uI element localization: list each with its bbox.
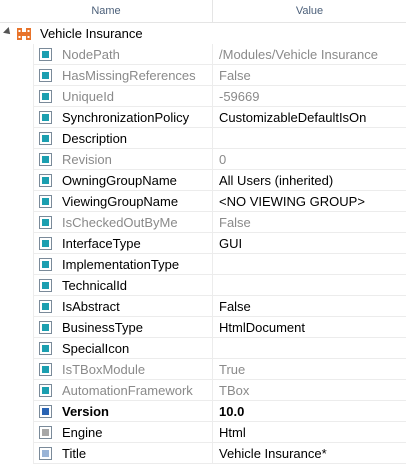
property-name: ImplementationType	[62, 254, 213, 275]
root-node-label: Vehicle Insurance	[40, 26, 143, 41]
property-icon	[39, 90, 52, 103]
property-row[interactable]: SynchronizationPolicy CustomizableDefaul…	[33, 107, 406, 128]
property-row[interactable]: OwningGroupName All Users (inherited)	[33, 170, 406, 191]
property-name: OwningGroupName	[62, 170, 213, 191]
property-value: True	[219, 362, 246, 377]
property-row[interactable]: HasMissingReferences False	[33, 65, 406, 86]
property-icon	[39, 321, 52, 334]
property-icon	[39, 174, 52, 187]
property-row[interactable]: IsTBoxModule True	[33, 359, 406, 380]
property-name: AutomationFramework	[62, 380, 213, 401]
property-name: InterfaceType	[62, 233, 213, 254]
property-icon	[39, 279, 52, 292]
collapse-arrow-icon[interactable]	[3, 27, 13, 37]
property-value[interactable]	[219, 338, 406, 359]
property-grid: Name Value Vehicle Insurance NodePath /M…	[0, 0, 406, 464]
property-name: BusinessType	[62, 317, 213, 338]
grid-header: Name Value	[0, 0, 406, 23]
property-value: TBox	[219, 383, 250, 398]
property-value: False	[219, 215, 251, 230]
property-icon	[39, 447, 52, 460]
property-name: Title	[62, 443, 213, 464]
property-value[interactable]: Vehicle Insurance*	[219, 443, 406, 464]
property-rows: NodePath /Modules/Vehicle Insurance HasM…	[33, 44, 406, 464]
property-icon	[39, 405, 52, 418]
property-icon	[39, 426, 52, 439]
property-icon	[39, 384, 52, 397]
property-name: SynchronizationPolicy	[62, 107, 213, 128]
property-icon	[39, 258, 52, 271]
property-value[interactable]: CustomizableDefaultIsOn	[219, 107, 406, 128]
property-name: TechnicalId	[62, 275, 213, 296]
property-value[interactable]: 10.0	[219, 401, 406, 422]
property-row[interactable]: IsAbstract False	[33, 296, 406, 317]
column-header-name[interactable]: Name	[0, 0, 213, 23]
property-row[interactable]: UniqueId -59669	[33, 86, 406, 107]
property-name: IsTBoxModule	[62, 359, 213, 380]
property-row[interactable]: IsCheckedOutByMe False	[33, 212, 406, 233]
property-name: Version	[62, 401, 213, 422]
column-header-value[interactable]: Value	[213, 0, 406, 23]
property-value[interactable]	[219, 275, 406, 296]
property-value: -59669	[219, 89, 260, 104]
property-row[interactable]: InterfaceType GUI	[33, 233, 406, 254]
property-name: Engine	[62, 422, 213, 443]
property-row[interactable]: Title Vehicle Insurance*	[33, 443, 406, 464]
property-row[interactable]: Description	[33, 128, 406, 149]
property-name: UniqueId	[62, 86, 213, 107]
property-value[interactable]	[219, 128, 406, 149]
property-row[interactable]: ViewingGroupName <NO VIEWING GROUP>	[33, 191, 406, 212]
property-value: False	[219, 68, 251, 83]
property-name: IsCheckedOutByMe	[62, 212, 213, 233]
property-row[interactable]: AutomationFramework TBox	[33, 380, 406, 401]
property-row[interactable]: SpecialIcon	[33, 338, 406, 359]
property-name: Revision	[62, 149, 213, 170]
property-name: IsAbstract	[62, 296, 213, 317]
property-value[interactable]: <NO VIEWING GROUP>	[219, 191, 406, 212]
property-row[interactable]: BusinessType HtmlDocument	[33, 317, 406, 338]
property-icon	[39, 111, 52, 124]
property-row[interactable]: Engine Html	[33, 422, 406, 443]
property-row[interactable]: Version 10.0	[33, 401, 406, 422]
property-name: HasMissingReferences	[62, 65, 213, 86]
property-value[interactable]	[219, 254, 406, 275]
property-icon	[39, 48, 52, 61]
property-icon	[39, 342, 52, 355]
property-value[interactable]: False	[219, 296, 406, 317]
property-value[interactable]: HtmlDocument	[219, 317, 406, 338]
property-icon	[39, 153, 52, 166]
property-name: Description	[62, 128, 213, 149]
property-value[interactable]: GUI	[219, 233, 406, 254]
property-name: SpecialIcon	[62, 338, 213, 359]
property-row[interactable]: TechnicalId	[33, 275, 406, 296]
property-icon	[39, 195, 52, 208]
property-icon	[39, 300, 52, 313]
property-value: /Modules/Vehicle Insurance	[219, 47, 378, 62]
property-icon	[39, 69, 52, 82]
property-name: NodePath	[62, 44, 213, 65]
property-value: 0	[219, 152, 227, 167]
property-icon	[39, 237, 52, 250]
property-icon	[39, 363, 52, 376]
property-name: ViewingGroupName	[62, 191, 213, 212]
root-node[interactable]: Vehicle Insurance	[0, 23, 406, 44]
property-value[interactable]: Html	[219, 422, 406, 443]
property-row[interactable]: ImplementationType	[33, 254, 406, 275]
property-value[interactable]: All Users (inherited)	[219, 170, 406, 191]
property-row[interactable]: NodePath /Modules/Vehicle Insurance	[33, 44, 406, 65]
module-icon	[17, 28, 31, 40]
property-icon	[39, 216, 52, 229]
property-row[interactable]: Revision 0	[33, 149, 406, 170]
property-icon	[39, 132, 52, 145]
